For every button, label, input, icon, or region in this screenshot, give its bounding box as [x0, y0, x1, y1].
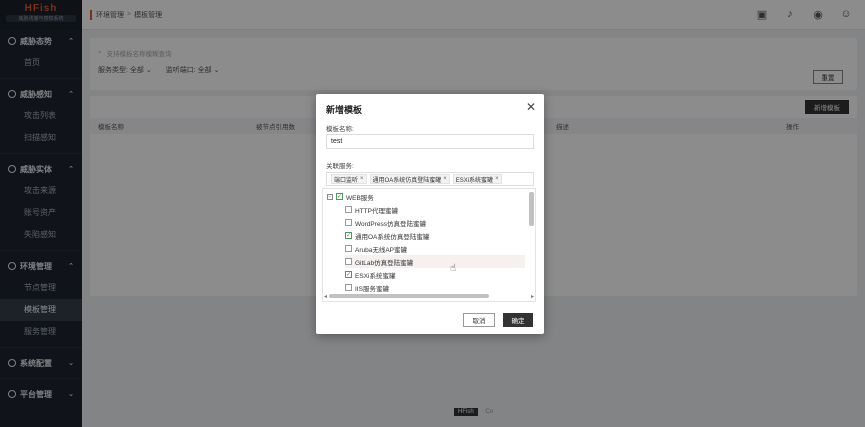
confirm-button[interactable]: 确定: [503, 313, 533, 327]
tree-item-label: IIS服务蜜罐: [355, 285, 389, 293]
close-icon[interactable]: ✕: [526, 100, 536, 114]
tree-checkbox[interactable]: [345, 245, 352, 252]
tree-item[interactable]: ✓ ESXi系统蜜罐: [345, 268, 525, 281]
tree-item[interactable]: HTTP代理蜜罐: [345, 203, 525, 216]
tag-label: ESXi系统蜜罐: [455, 177, 494, 184]
tree-root-label: WEB服务: [346, 194, 374, 202]
template-name-input[interactable]: test: [326, 134, 534, 149]
tree-item[interactable]: ✓ 通用OA系统仿真登陆蜜罐: [345, 229, 525, 242]
tree-item-label: 通用OA系统仿真登陆蜜罐: [355, 233, 430, 241]
tree-checkbox[interactable]: [345, 284, 352, 291]
horizontal-scrollbar[interactable]: [329, 293, 521, 299]
tree-item[interactable]: WordPress仿真登陆蜜罐: [345, 216, 525, 229]
tag-label: 端口监听: [334, 177, 359, 184]
tree-item-label: HTTP代理蜜罐: [355, 207, 398, 215]
service-tag: 端口监听 ×: [331, 174, 367, 184]
cancel-button[interactable]: 取消: [463, 313, 495, 327]
new-template-modal: 新增模板 ✕ 模板名称: test 关联服务: 端口监听 × 通用OA系统仿真登陆…: [316, 94, 544, 334]
tag-remove-icon[interactable]: ×: [443, 176, 447, 182]
tree-item-label: WordPress仿真登陆蜜罐: [355, 220, 427, 228]
tree-checkbox[interactable]: ✓: [345, 271, 352, 278]
scroll-thumb[interactable]: [329, 294, 489, 298]
vertical-scrollbar[interactable]: [529, 192, 534, 287]
tree-item-label: ESXi系统蜜罐: [355, 272, 396, 280]
tree-checkbox[interactable]: [345, 219, 352, 226]
tree-item[interactable]: GitLab仿真登陆蜜罐: [345, 255, 525, 268]
scroll-left-icon[interactable]: ◂: [324, 293, 327, 300]
service-tag-select[interactable]: 端口监听 × 通用OA系统仿真登陆蜜罐 × ESXi系统蜜罐 ×: [326, 172, 534, 186]
scroll-thumb[interactable]: [529, 192, 534, 226]
hand-cursor-icon: ☝: [450, 263, 457, 274]
scroll-right-icon[interactable]: ▸: [531, 293, 534, 300]
collapse-icon[interactable]: −: [327, 193, 333, 200]
tree-item-label: Aruba无线AP蜜罐: [355, 246, 408, 254]
service-tree: − ✓ WEB服务 HTTP代理蜜罐 WordPress仿真登陆蜜罐 ✓ 通用O…: [322, 188, 536, 302]
services-label: 关联服务:: [326, 163, 354, 170]
service-tag: 通用OA系统仿真登陆蜜罐 ×: [369, 174, 450, 184]
modal-title: 新增模板: [326, 105, 363, 115]
tree-item-label: GitLab仿真登陆蜜罐: [355, 259, 414, 267]
tree-checkbox[interactable]: [345, 206, 352, 213]
template-name-label: 模板名称:: [326, 126, 354, 133]
tree-item[interactable]: Aruba无线AP蜜罐: [345, 242, 525, 255]
service-tag: ESXi系统蜜罐 ×: [452, 174, 502, 184]
tag-remove-icon[interactable]: ×: [495, 176, 499, 182]
tag-label: 通用OA系统仿真登陆蜜罐: [372, 177, 442, 184]
tree-checkbox[interactable]: ✓: [336, 193, 343, 200]
tree-checkbox[interactable]: [345, 258, 352, 265]
tree-root[interactable]: − ✓ WEB服务: [327, 190, 525, 203]
tree-checkbox[interactable]: ✓: [345, 232, 352, 239]
tag-remove-icon[interactable]: ×: [360, 176, 364, 182]
